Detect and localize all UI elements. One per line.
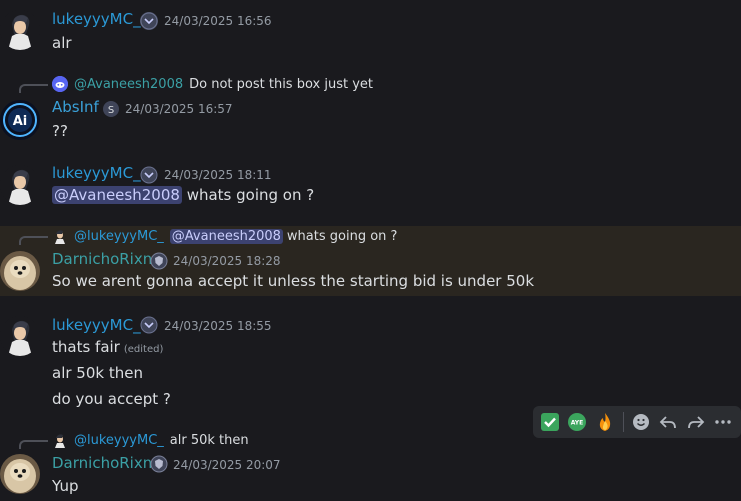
reply-avatar	[52, 228, 68, 244]
discord-icon	[52, 76, 68, 92]
forward-icon	[687, 416, 704, 429]
message-line: alr 50k then	[52, 364, 143, 382]
avatar[interactable]	[0, 10, 40, 50]
svg-text:Ai: Ai	[13, 114, 28, 129]
username[interactable]: lukeyyyMC_	[52, 316, 141, 334]
message-3: lukeyyyMC_ 24/03/2025 18:11 @Avaneesh200…	[0, 155, 741, 220]
shield-badge-icon[interactable]	[150, 252, 168, 270]
message-text: So we arent gonna accept it unless the s…	[52, 272, 535, 290]
username[interactable]: lukeyyyMC_	[52, 10, 141, 28]
timestamp: 24/03/2025 20:07	[173, 458, 281, 472]
timestamp: 24/03/2025 16:56	[164, 14, 272, 28]
username[interactable]: AbsInf	[52, 98, 99, 116]
reply-connector	[19, 440, 48, 449]
reply-text: whats going on ?	[286, 228, 398, 244]
reply-username[interactable]: @lukeyyyMC_	[74, 433, 164, 448]
reply-preview[interactable]: @lukeyyyMC_ @Avaneesh2008 whats going on…	[52, 228, 397, 244]
reply-icon	[659, 416, 677, 429]
avatar[interactable]	[0, 251, 40, 291]
aye-icon: AYE	[568, 413, 587, 431]
message-4: @lukeyyyMC_ @Avaneesh2008 whats going on…	[0, 226, 741, 296]
username[interactable]: DarnichoRixn	[52, 250, 152, 268]
message-body: whats going on ?	[186, 186, 315, 204]
message-text: thats fair (edited)	[52, 338, 163, 356]
message-2: @Avaneesh2008 Do not post this box just …	[0, 74, 741, 149]
toolbar-divider	[622, 412, 624, 432]
reply-preview[interactable]: @Avaneesh2008 Do not post this box just …	[52, 76, 373, 92]
more-icon	[715, 420, 731, 424]
reply-username[interactable]: @Avaneesh2008	[74, 77, 183, 92]
reply-username[interactable]: @lukeyyyMC_	[74, 229, 164, 244]
check-mark-icon	[541, 413, 560, 431]
user-mention[interactable]: @Avaneesh2008	[52, 186, 182, 204]
username[interactable]: DarnichoRixn	[52, 454, 152, 472]
avatar[interactable]: Ai	[0, 100, 40, 140]
message-line: thats fair	[52, 338, 120, 356]
reply-connector	[19, 236, 48, 245]
message-5: lukeyyyMC_ 24/03/2025 18:55 thats fair (e…	[0, 306, 741, 421]
guild-badge-icon[interactable]	[140, 316, 158, 334]
shield-badge-icon[interactable]	[150, 455, 168, 473]
reply-text: alr 50k then	[169, 432, 249, 448]
guild-badge-icon[interactable]	[140, 12, 158, 30]
message-text: Yup	[52, 477, 79, 495]
timestamp: 24/03/2025 18:28	[173, 254, 281, 268]
reply-mention[interactable]: @Avaneesh2008	[169, 228, 283, 244]
fire-icon	[599, 413, 610, 431]
reply-preview[interactable]: @lukeyyyMC_ alr 50k then	[52, 432, 249, 448]
edited-label: (edited)	[123, 344, 164, 355]
server-tag-icon[interactable]: S	[102, 100, 120, 118]
aye-text: AYE	[571, 420, 584, 427]
message-text: alr	[52, 34, 72, 52]
add-reaction-icon	[632, 414, 649, 430]
avatar[interactable]	[0, 454, 40, 494]
message-line: do you accept ?	[52, 390, 171, 408]
message-text: @Avaneesh2008 whats going on ?	[52, 186, 314, 204]
message-1: lukeyyyMC_ 24/03/2025 16:56 alr	[0, 0, 741, 60]
avatar[interactable]	[0, 316, 40, 356]
timestamp: 24/03/2025 18:55	[164, 319, 272, 333]
username[interactable]: lukeyyyMC_	[52, 164, 141, 182]
reply-text: Do not post this box just yet	[189, 76, 373, 92]
avatar[interactable]	[0, 165, 40, 205]
timestamp: 24/03/2025 16:57	[125, 102, 233, 116]
message-text: ??	[52, 122, 68, 140]
timestamp: 24/03/2025 18:11	[164, 168, 272, 182]
reply-avatar	[52, 432, 68, 448]
guild-badge-icon[interactable]	[140, 166, 158, 184]
badge-letter: S	[108, 105, 114, 116]
reply-connector	[19, 84, 48, 93]
message-6: @lukeyyyMC_ alr 50k then DarnichoRixn 24…	[0, 430, 741, 501]
